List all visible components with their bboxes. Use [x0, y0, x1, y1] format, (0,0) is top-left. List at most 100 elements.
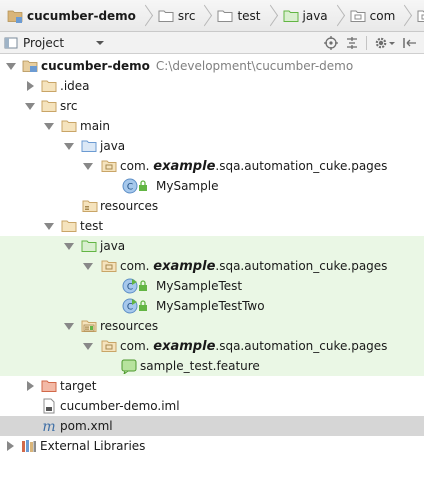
tree-item-idea[interactable]: .idea: [0, 76, 424, 96]
breadcrumb-item-com[interactable]: com: [343, 0, 411, 31]
breadcrumb-separator: [200, 5, 210, 27]
collapse-arrow-icon[interactable]: [63, 236, 75, 256]
folder-icon: [41, 98, 57, 114]
tree-item-external-libraries[interactable]: External Libraries: [0, 436, 424, 456]
test-source-folder-icon: [81, 238, 97, 254]
breadcrumb-item-src[interactable]: src: [151, 0, 211, 31]
tree-item-label: main: [80, 119, 110, 133]
tree-item-main-package[interactable]: com. example.sqa.automation_cuke.pages: [0, 156, 424, 176]
tree-item-label: MySample: [156, 179, 219, 193]
tree-item-pom-xml[interactable]: m pom.xml: [0, 416, 424, 436]
tree-item-test[interactable]: test: [0, 216, 424, 236]
tree-item-label: .idea: [60, 79, 90, 93]
chevron-down-icon[interactable]: [388, 35, 396, 51]
collapse-arrow-icon[interactable]: [82, 336, 94, 356]
tree-item-label: sample_test.feature: [140, 359, 260, 373]
breadcrumb-item-cucumber-demo[interactable]: cucumber-demo: [0, 0, 151, 31]
tree-item-label: com. example.sqa.automation_cuke.pages: [120, 339, 388, 354]
expand-arrow-icon[interactable]: [24, 376, 36, 396]
tree-item-mysampletesttwo[interactable]: C MySampleTestTwo: [0, 296, 424, 316]
lock-icon: [138, 278, 148, 294]
tree-item-target[interactable]: target: [0, 376, 424, 396]
breadcrumb-label: test: [237, 8, 261, 23]
tree-item-feature-file[interactable]: sample_test.feature: [0, 356, 424, 376]
source-folder-icon: [81, 138, 97, 154]
folder-icon: [61, 118, 77, 134]
tree-item-test-java[interactable]: java: [0, 236, 424, 256]
project-view-selector[interactable]: Project: [4, 34, 104, 52]
tree-item-label: cucumber-demo C:\development\cucumber-dem…: [41, 59, 354, 73]
breadcrumb-label: cucumber-demo: [27, 8, 136, 23]
collapse-arrow-icon[interactable]: [63, 316, 75, 336]
collapse-arrow-icon[interactable]: [43, 116, 55, 136]
test-class-icon: C: [122, 298, 138, 314]
package-icon: [101, 258, 117, 274]
tree-item-label: MySampleTestTwo: [156, 299, 265, 313]
hide-panel-icon[interactable]: [402, 35, 418, 51]
breadcrumb-label: java: [302, 8, 328, 23]
tree-item-resources-package[interactable]: com. example.sqa.automation_cuke.pages: [0, 336, 424, 356]
tree-item-main-java[interactable]: java: [0, 136, 424, 156]
tree-item-label: resources: [100, 199, 159, 213]
expand-arrow-icon[interactable]: [4, 436, 16, 456]
tree-item-main[interactable]: main: [0, 116, 424, 136]
breadcrumb-separator: [141, 5, 151, 27]
tree-item-test-resources[interactable]: resources: [0, 316, 424, 336]
package-icon: [417, 8, 424, 24]
gear-icon[interactable]: [373, 35, 389, 51]
tree-item-src[interactable]: src: [0, 96, 424, 116]
folder-icon: [158, 8, 174, 24]
project-tree: cucumber-demo C:\development\cucumber-dem…: [0, 56, 424, 456]
tree-item-label: resources: [100, 319, 159, 333]
tree-item-label: com. example.sqa.automation_cuke.pages: [120, 259, 388, 274]
module-path: C:\development\cucumber-demo: [155, 59, 354, 73]
package-icon: [350, 8, 366, 24]
target-icon[interactable]: [323, 35, 339, 51]
breadcrumb-separator: [400, 5, 410, 27]
svg-text:C: C: [127, 183, 133, 193]
collapse-arrow-icon[interactable]: [5, 56, 17, 76]
lock-icon: [138, 298, 148, 314]
expand-arrow-icon[interactable]: [24, 76, 36, 96]
tree-item-iml-file[interactable]: cucumber-demo.iml: [0, 396, 424, 416]
collapse-arrow-icon[interactable]: [43, 216, 55, 236]
breadcrumb-item-example[interactable]: example: [410, 0, 424, 31]
module-file-icon: [41, 398, 57, 414]
breadcrumb-item-test[interactable]: test: [210, 0, 275, 31]
tree-item-test-package[interactable]: com. example.sqa.automation_cuke.pages: [0, 256, 424, 276]
package-icon: [101, 338, 117, 354]
svg-text:m: m: [42, 419, 55, 434]
breadcrumb-item-java[interactable]: java: [276, 0, 343, 31]
tree-item-mysample[interactable]: C MySample: [0, 176, 424, 196]
tree-item-label: com. example.sqa.automation_cuke.pages: [120, 159, 388, 174]
tree-item-label: java: [100, 239, 126, 253]
tree-item-label: pom.xml: [60, 419, 113, 433]
collapse-arrow-icon[interactable]: [63, 136, 75, 156]
breadcrumb-separator: [333, 5, 343, 27]
tree-item-label: test: [80, 219, 104, 233]
breadcrumb-label: src: [177, 8, 196, 23]
tree-item-label: MySampleTest: [156, 279, 243, 293]
breadcrumb-label: com: [369, 8, 396, 23]
resources-folder-icon: [82, 198, 98, 214]
java-class-icon: C: [122, 178, 138, 194]
collapse-arrow-icon[interactable]: [24, 96, 36, 116]
collapse-arrow-icon[interactable]: [82, 156, 94, 176]
tree-item-mysampletest[interactable]: C MySampleTest: [0, 276, 424, 296]
excluded-folder-icon: [41, 378, 57, 394]
test-source-folder-icon: [283, 8, 299, 24]
collapse-arrow-icon[interactable]: [82, 256, 94, 276]
tree-item-label: External Libraries: [40, 439, 146, 453]
tree-item-label: src: [60, 99, 78, 113]
tree-item-label: java: [100, 139, 126, 153]
test-class-icon: C: [122, 278, 138, 294]
library-icon: [21, 438, 37, 454]
project-toolbar: Project: [0, 32, 424, 54]
tree-item-main-resources[interactable]: resources: [0, 196, 424, 216]
tree-item-cucumber-demo[interactable]: cucumber-demo C:\development\cucumber-dem…: [0, 56, 424, 76]
module-folder-icon: [7, 8, 23, 24]
folder-icon: [41, 78, 57, 94]
package-icon: [101, 158, 117, 174]
tree-item-label: cucumber-demo.iml: [60, 399, 180, 413]
collapse-all-icon[interactable]: [344, 35, 360, 51]
